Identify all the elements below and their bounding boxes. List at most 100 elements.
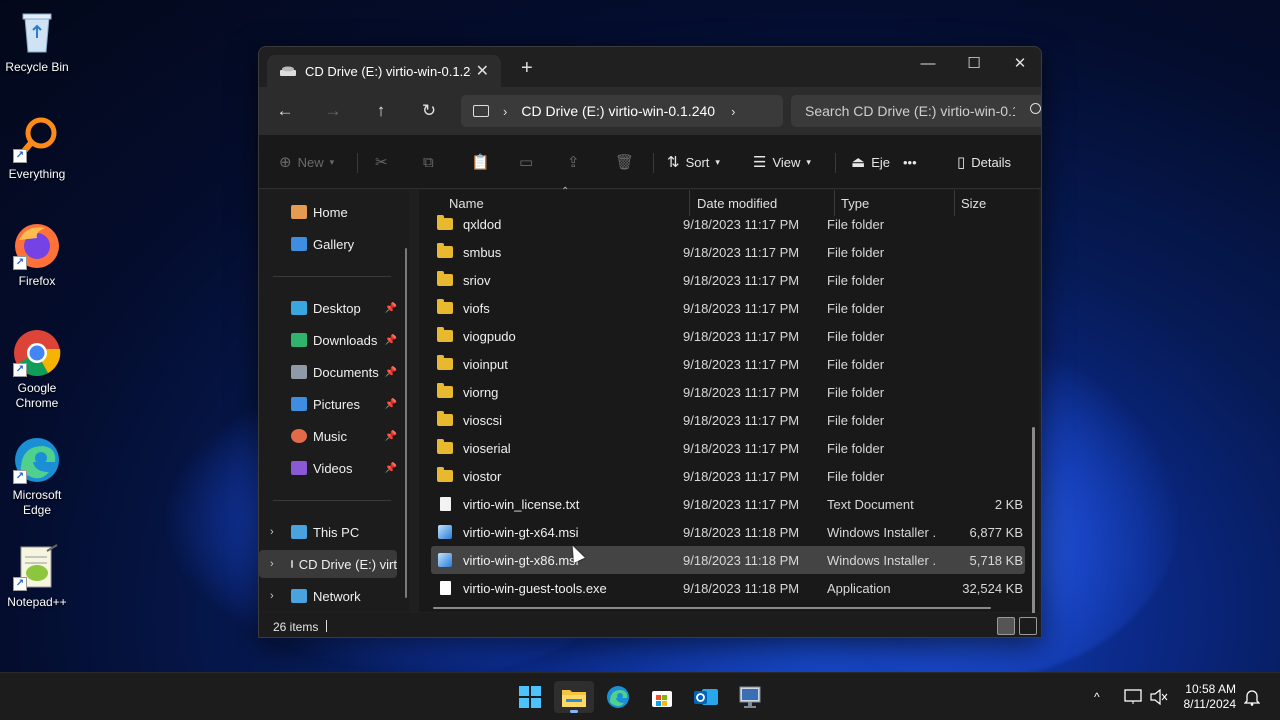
share-button[interactable]: ⇪ (567, 152, 586, 172)
outlook-icon[interactable] (686, 681, 726, 713)
up-arrow-icon[interactable]: ↑ (367, 99, 395, 123)
windows-start-icon[interactable] (510, 681, 550, 713)
remote-desktop-icon[interactable] (730, 681, 770, 713)
desktop-icon-chrome[interactable]: ↗ Google Chrome (0, 329, 74, 411)
new-plus-icon: ⊕ (279, 154, 292, 171)
desktop-icon-label: Recycle Bin (5, 60, 69, 74)
notifications-bell-icon[interactable] (1244, 673, 1260, 720)
more-options-button[interactable]: ••• (903, 152, 917, 172)
sidebar-scrollbar[interactable] (405, 248, 407, 598)
microsoft-store-icon[interactable] (642, 681, 682, 713)
table-row[interactable]: virtio-win-guest-tools.exe 9/18/2023 11:1… (431, 574, 1025, 602)
eject-button[interactable]: ⏏ Eje (851, 152, 890, 172)
explorer-tab[interactable]: CD Drive (E:) virtio-win-0.1.240 ✕ (267, 55, 501, 87)
sidebar-item-this-pc[interactable]: › This PC (259, 518, 399, 546)
pin-icon[interactable]: 📌 (385, 335, 397, 346)
pin-icon[interactable]: 📌 (385, 303, 397, 314)
sidebar-item-desktop[interactable]: Desktop 📌 (259, 294, 399, 322)
close-tab-icon[interactable]: ✕ (476, 61, 489, 81)
show-hidden-icons-button[interactable]: ^ (1094, 673, 1100, 720)
column-header-name[interactable]: Name (449, 196, 484, 211)
table-row[interactable]: vioscsi 9/18/2023 11:17 PM File folder (431, 406, 1025, 434)
copy-button[interactable]: ⧉ (423, 152, 440, 172)
sidebar-item-network[interactable]: › Network (259, 582, 399, 610)
table-row[interactable]: viostor 9/18/2023 11:17 PM File folder (431, 462, 1025, 490)
horizontal-scrollbar[interactable] (433, 607, 991, 609)
pin-icon[interactable]: 📌 (385, 431, 397, 442)
pin-icon[interactable]: 📌 (385, 463, 397, 474)
table-row[interactable]: viorng 9/18/2023 11:17 PM File folder (431, 378, 1025, 406)
maximize-button[interactable]: ☐ (951, 47, 997, 79)
file-explorer-icon[interactable] (554, 681, 594, 713)
pin-icon[interactable]: 📌 (385, 367, 397, 378)
table-row[interactable]: viofs 9/18/2023 11:17 PM File folder (431, 294, 1025, 322)
network-tray-icon[interactable] (1124, 673, 1142, 720)
table-row[interactable]: vioinput 9/18/2023 11:17 PM File folder (431, 350, 1025, 378)
edge-icon[interactable] (598, 681, 638, 713)
sidebar-item-pictures[interactable]: Pictures 📌 (259, 390, 399, 418)
sidebar-item-gallery[interactable]: Gallery (259, 230, 399, 258)
desktop-icon-recycle-bin[interactable]: Recycle Bin (0, 8, 74, 75)
pin-icon[interactable]: 📌 (385, 399, 397, 410)
search-icon[interactable] (1030, 103, 1041, 114)
paste-button[interactable]: 📋 (471, 152, 496, 172)
column-header-type[interactable]: Type (841, 196, 869, 211)
cut-button[interactable]: ✂ (375, 152, 394, 172)
search-box[interactable] (791, 95, 1041, 127)
sidebar-item-cd-drive[interactable]: › CD Drive (E:) virt (259, 550, 397, 578)
file-type: File folder (827, 357, 885, 372)
address-bar[interactable]: › CD Drive (E:) virtio-win-0.1.240 › (461, 95, 783, 127)
new-tab-button[interactable]: + (521, 57, 533, 80)
sidebar-item-home[interactable]: Home (259, 198, 399, 226)
breadcrumb[interactable]: CD Drive (E:) virtio-win-0.1.240 (521, 103, 715, 119)
chevron-right-icon[interactable]: › (270, 526, 274, 538)
table-row[interactable]: smbus 9/18/2023 11:17 PM File folder (431, 238, 1025, 266)
table-row[interactable]: viogpudo 9/18/2023 11:17 PM File folder (431, 322, 1025, 350)
sidebar-item-music[interactable]: Music 📌 (259, 422, 399, 450)
file-name: viogpudo (463, 329, 516, 344)
file-name: qxldod (463, 217, 502, 232)
back-arrow-icon[interactable]: ← (271, 99, 299, 123)
sidebar-item-documents[interactable]: Documents 📌 (259, 358, 399, 386)
sort-label: Sort (685, 154, 710, 170)
chevron-right-icon[interactable]: › (503, 104, 507, 119)
desktop-icon-edge[interactable]: ↗ Microsoft Edge (0, 436, 74, 518)
chevron-right-icon[interactable]: › (270, 590, 274, 602)
table-row[interactable]: vioserial 9/18/2023 11:17 PM File folder (431, 434, 1025, 462)
volume-muted-icon[interactable] (1150, 673, 1168, 720)
table-row[interactable]: virtio-win_license.txt 9/18/2023 11:17 PM… (431, 490, 1025, 518)
details-view-icon[interactable] (997, 617, 1015, 635)
table-row[interactable]: qxldod 9/18/2023 11:17 PM File folder (431, 210, 1025, 238)
column-header-size[interactable]: Size (961, 196, 986, 211)
file-type: Windows Installer ... (827, 553, 937, 568)
view-button[interactable]: ☰ View ▾ (753, 152, 811, 172)
forward-arrow-icon[interactable]: → (319, 99, 347, 123)
desktop-icon-firefox[interactable]: ↗ Firefox (0, 222, 74, 289)
minimize-button[interactable]: — (905, 47, 951, 79)
sidebar-item-downloads[interactable]: Downloads 📌 (259, 326, 399, 354)
vertical-scrollbar[interactable] (1032, 427, 1035, 627)
desktop-icon-notepadpp[interactable]: ↗ Notepad++ (0, 543, 74, 610)
search-input[interactable] (805, 103, 1015, 119)
chevron-right-icon[interactable]: › (731, 104, 735, 119)
delete-button[interactable]: 🗑 (615, 152, 640, 172)
sidebar-item-videos[interactable]: Videos 📌 (259, 454, 399, 482)
chevron-right-icon[interactable]: › (270, 558, 274, 570)
table-row[interactable]: virtio-win-gt-x86.msi 9/18/2023 11:18 PM W… (431, 546, 1025, 574)
table-row[interactable]: sriov 9/18/2023 11:17 PM File folder (431, 266, 1025, 294)
refresh-icon[interactable]: ↻ (415, 99, 443, 123)
desktop-icon-label: Firefox (18, 274, 56, 288)
column-header-date[interactable]: Date modified (697, 196, 777, 211)
file-type: File folder (827, 329, 885, 344)
taskbar: ^ 10:58 AM 8/11/2024 (0, 672, 1280, 720)
table-row[interactable]: virtio-win-gt-x64.msi 9/18/2023 11:18 PM W… (431, 518, 1025, 546)
rename-button[interactable]: ▭ (519, 152, 539, 172)
new-button[interactable]: ⊕ New ▾ (279, 152, 334, 172)
tiles-view-icon[interactable] (1019, 617, 1037, 635)
details-button[interactable]: ▯ Details (957, 152, 1011, 172)
chevron-up-icon: ^ (1094, 690, 1100, 704)
clock[interactable]: 10:58 AM 8/11/2024 (1176, 682, 1237, 712)
close-button[interactable]: ✕ (997, 47, 1041, 79)
sort-button[interactable]: ⇅ Sort ▾ (667, 152, 720, 172)
desktop-icon-everything[interactable]: ↗ Everything (0, 115, 74, 182)
